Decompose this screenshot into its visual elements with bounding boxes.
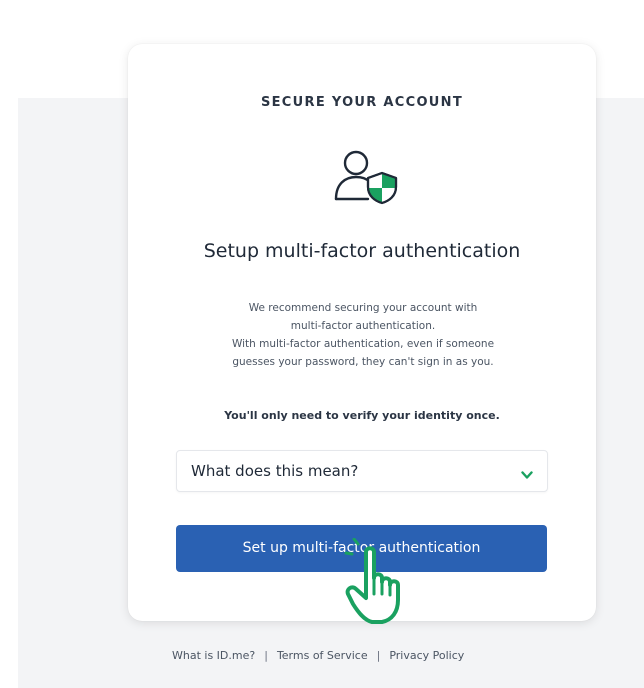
- accordion-label: What does this mean?: [191, 462, 359, 480]
- page-title: Setup multi-factor authentication: [203, 240, 521, 262]
- footer-links: What is ID.me? | Terms of Service | Privacy …: [172, 649, 464, 662]
- user-shield-icon: [332, 145, 402, 205]
- what-does-this-mean-accordion[interactable]: What does this mean?: [176, 450, 548, 492]
- chevron-down-icon: [521, 465, 533, 479]
- description-line: We recommend securing your account with: [248, 302, 478, 314]
- footer-separator: |: [264, 649, 268, 662]
- mfa-card: SECURE YOUR ACCOUNT Setup multi-factor a…: [128, 44, 596, 624]
- description-line: multi-factor authentication.: [290, 320, 436, 332]
- setup-mfa-button[interactable]: Set up multi-factor authentication: [176, 525, 547, 572]
- footer-link-terms[interactable]: Terms of Service: [277, 649, 368, 662]
- footer-link-what-is-idme[interactable]: What is ID.me?: [172, 649, 255, 662]
- description-line: guesses your password, they can't sign i…: [232, 356, 494, 368]
- footer-link-privacy[interactable]: Privacy Policy: [389, 649, 464, 662]
- footer-separator: |: [376, 649, 381, 662]
- eyebrow-heading: SECURE YOUR ACCOUNT: [260, 95, 464, 110]
- verify-once-note: You'll only need to verify your identity…: [224, 409, 500, 422]
- description: We recommend securing your account with …: [188, 299, 538, 371]
- page: SECURE YOUR ACCOUNT Setup multi-factor a…: [0, 0, 644, 688]
- description-line: With multi-factor authentication, even i…: [231, 338, 495, 350]
